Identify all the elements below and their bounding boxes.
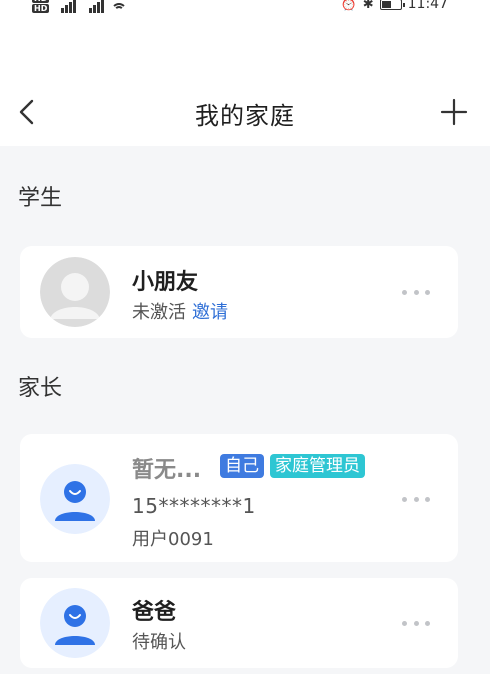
user-avatar-icon [40,588,110,658]
status-text: 未激活 [132,302,186,323]
section-label-parents: 家长 [18,376,63,401]
dot [413,620,419,626]
header: 我的家庭 [0,90,490,138]
more-options-button[interactable] [402,615,430,631]
page-title: 我的家庭 [195,102,295,130]
member-phone: 15********1 [132,494,256,518]
status-time: 11:47 [407,0,448,12]
badge-self: 自己 [220,454,264,478]
hd-indicator: HD [32,0,50,3]
section-label-students: 学生 [18,186,63,211]
dot [425,289,430,295]
add-member-button[interactable] [436,94,472,130]
more-options-button[interactable] [402,284,430,300]
plus-icon [440,98,468,126]
parent-card-self[interactable]: 暂无... 自己 家庭管理员 15********1 用户0091 [20,434,458,562]
hd-indicator: HD [32,4,50,13]
dot [402,620,407,626]
dot [402,496,407,502]
avatar [40,464,110,534]
status-bar: HD HD 4G 4G ⏰ ✱ 11:47 [0,0,490,22]
hd-indicators: HD HD [32,0,50,13]
member-username: 用户0091 [132,529,214,550]
member-name: 暂无... [132,458,202,483]
role-badges: 自己 家庭管理员 [220,454,365,478]
status-left: HD HD 4G 4G [32,0,128,13]
badge-admin: 家庭管理员 [270,454,365,478]
dot [402,289,407,295]
member-status: 待确认 [132,632,186,653]
more-options-button[interactable] [402,491,430,507]
member-name: 爸爸 [132,600,177,625]
battery-icon [379,0,405,10]
signal-icon: 4G [55,0,77,13]
member-name: 小朋友 [132,270,199,295]
network-type: 4G [83,0,92,2]
status-right: ⏰ ✱ 11:47 [341,0,448,12]
network-type: 4G [55,0,64,2]
top-area: HD HD 4G 4G ⏰ ✱ 11:47 [0,0,490,146]
dot [413,289,419,295]
dot [413,496,419,502]
alarm-icon: ⏰ [340,0,357,12]
member-status: 未激活 邀请 [132,298,228,324]
invite-link[interactable]: 邀请 [192,302,228,323]
avatar [40,588,110,658]
avatar [40,257,110,327]
bluetooth-icon: ✱ [362,0,374,12]
parent-card-dad[interactable]: 爸爸 待确认 [20,578,458,668]
dot [425,620,430,626]
dot [425,496,430,502]
user-avatar-icon [40,464,110,534]
signal-icon: 4G [83,0,105,13]
default-avatar-icon [40,257,110,327]
wifi-icon [111,0,128,13]
student-card[interactable]: 小朋友 未激活 邀请 [20,246,458,338]
